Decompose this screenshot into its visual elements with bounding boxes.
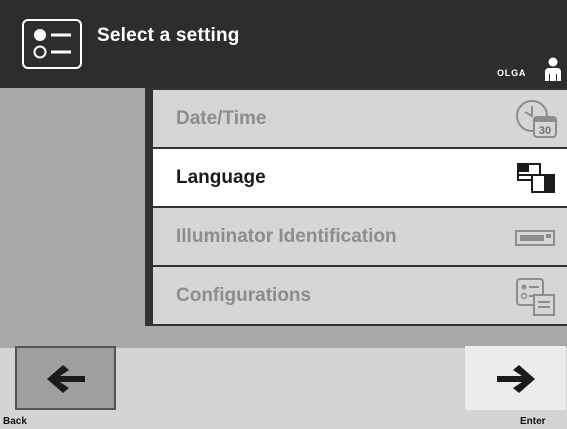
menu-item-configurations[interactable]: Configurations (153, 267, 567, 324)
menu-item-label: Language (176, 167, 266, 188)
title-bar: Select a setting OLGA (0, 0, 567, 88)
page-title: Select a setting (97, 25, 240, 46)
user-icon (545, 57, 561, 81)
illuminator-icon (515, 230, 555, 246)
calendar-day-label: 30 (539, 125, 551, 137)
menu-item-illuminator-identification[interactable]: Illuminator Identification (153, 208, 567, 265)
settings-list-icon (22, 19, 82, 69)
enter-label: Enter (520, 416, 546, 427)
back-label: Back (3, 416, 27, 427)
menu-item-date-time[interactable]: Date/Time 30 (153, 90, 567, 147)
menu-item-label: Configurations (176, 285, 312, 306)
menu-item-language[interactable]: Language (153, 149, 567, 206)
arrow-right-icon (497, 365, 535, 393)
menu-item-label: Date/Time (176, 108, 267, 129)
arrow-left-icon (47, 365, 85, 393)
menu-item-label: Illuminator Identification (176, 226, 397, 247)
configurations-icon (516, 278, 555, 316)
back-button[interactable] (15, 346, 116, 410)
flags-icon (517, 163, 555, 193)
user-name: OLGA (497, 68, 527, 78)
enter-button[interactable] (465, 346, 566, 410)
clock-calendar-icon: 30 (516, 100, 557, 138)
